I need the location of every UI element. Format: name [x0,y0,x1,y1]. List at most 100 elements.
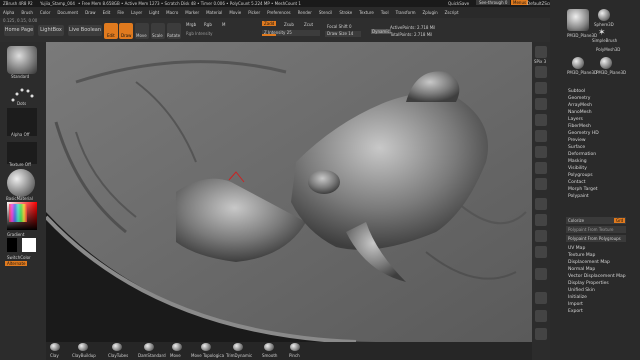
vector-displacement-map-item[interactable]: Vector Displacement Map [550,273,640,280]
switch-color-button[interactable]: SwitchColor [7,255,31,260]
secondary-color-swatch[interactable] [7,238,17,252]
menu-stroke[interactable]: Stroke [339,10,352,15]
clay-brush-icon[interactable] [50,343,60,351]
menus-button[interactable]: Menus [511,0,529,5]
texture-map-item[interactable]: Texture Map [550,252,640,259]
solo-button[interactable] [535,310,547,322]
arraymesh-item[interactable]: ArrayMesh [550,102,640,109]
claytubes-brush-icon[interactable] [112,343,122,351]
unified-skin-item[interactable]: Unified Skin [550,287,640,294]
color-hue-square[interactable] [9,204,27,222]
menu-zplugin[interactable]: Zplugin [423,10,438,15]
scale-button[interactable]: Scale [151,23,165,39]
uv-map-item[interactable]: UV Map [550,245,640,252]
z-intensity-slider[interactable]: Z Intensity 25 [262,30,320,36]
fibermesh-item[interactable]: FiberMesh [550,123,640,130]
draw-size-slider[interactable]: Draw Size 14 [325,31,361,37]
mrgb-button[interactable]: Mrgb [186,22,196,27]
scroll-button[interactable] [535,66,547,78]
focal-shift-slider[interactable]: Focal Shift 0 [327,24,352,29]
frame-button[interactable] [535,198,547,210]
menu-material[interactable]: Material [206,10,222,15]
zsub-button[interactable]: Zsub [284,22,294,27]
polyf-button[interactable] [535,268,547,280]
edit-button[interactable]: Edit [104,23,118,39]
pm3d-plane-tool-3[interactable] [600,57,612,69]
menu-color[interactable]: Color [40,10,50,15]
menu-layer[interactable]: Layer [131,10,142,15]
move-topological-brush-icon[interactable] [201,343,211,351]
alternate-button[interactable]: Alternate [5,261,28,266]
pinch-brush-icon[interactable] [290,343,300,351]
aahalf-button[interactable] [535,114,547,126]
import-item[interactable]: Import [550,301,640,308]
trimdynamic-brush-icon[interactable] [233,343,243,351]
home-page-button[interactable]: Home Page [4,25,34,36]
primary-color-swatch[interactable] [22,238,36,252]
menu-draw[interactable]: Draw [85,10,95,15]
initialize-item[interactable]: Initialize [550,294,640,301]
display-properties-item[interactable]: Display Properties [550,280,640,287]
transp-button[interactable] [535,292,547,304]
nanomesh-item[interactable]: NanoMesh [550,109,640,116]
polygroups-item[interactable]: Polygroups [550,172,640,179]
menu-document[interactable]: Document [57,10,78,15]
current-tool-thumbnail[interactable] [567,9,589,31]
texture-off-button[interactable] [7,142,37,164]
standard-brush-button[interactable] [7,46,37,74]
m-button[interactable]: M [222,22,225,27]
menu-edit[interactable]: Edit [103,10,111,15]
menu-zscript[interactable]: Zscript [445,10,459,15]
persp-button[interactable] [535,130,547,142]
grd-button[interactable]: Grd [614,218,626,223]
rgb-button[interactable]: Rgb [204,22,212,27]
move-brush-icon[interactable] [172,343,182,351]
export-item[interactable]: Export [550,308,640,315]
subtool-item[interactable]: Subtool [550,88,640,95]
rotate-view-button[interactable] [535,246,547,258]
deformation-item[interactable]: Deformation [550,151,640,158]
move-view-button[interactable] [535,214,547,226]
menu-preferences[interactable]: Preferences [267,10,291,15]
rgb-intensity-slider[interactable]: Rgb Intensity [186,31,213,36]
contact-item[interactable]: Contact [550,179,640,186]
menu-light[interactable]: Light [149,10,159,15]
menu-movie[interactable]: Movie [229,10,241,15]
menu-macro[interactable]: Macro [166,10,178,15]
polypaint-item[interactable]: Polypaint [550,193,640,200]
layers-item[interactable]: Layers [550,116,640,123]
menu-brush[interactable]: Brush [21,10,33,15]
displacement-map-item[interactable]: Displacement Map [550,259,640,266]
zadd-button[interactable]: Zadd [262,21,277,26]
surface-item[interactable]: Surface [550,144,640,151]
menu-file[interactable]: File [117,10,124,15]
damstandard-brush-icon[interactable] [144,343,154,351]
material-sphere-button[interactable] [7,169,35,197]
masking-item[interactable]: Masking [550,158,640,165]
menu-transform[interactable]: Transform [396,10,416,15]
local-button[interactable] [535,162,547,174]
menu-texture[interactable]: Texture [359,10,374,15]
menu-picker[interactable]: Picker [248,10,260,15]
menu-render[interactable]: Render [298,10,312,15]
geometry-hd-item[interactable]: Geometry HD [550,130,640,137]
see-through-slider[interactable]: See-through 0 [476,0,511,5]
polypaint-from-polygroups-button[interactable]: Polypaint From Polygroups [566,235,626,242]
geometry-item[interactable]: Geometry [550,95,640,102]
morph-target-item[interactable]: Morph Target [550,186,640,193]
floor-button[interactable] [535,146,547,158]
menu-marker[interactable]: Marker [185,10,199,15]
rotate-button[interactable]: Rotate [167,23,181,39]
claybuildup-brush-icon[interactable] [78,343,88,351]
move-button[interactable]: Move [135,23,149,39]
preview-item[interactable]: Preview [550,137,640,144]
pm3d-plane-tool-2[interactable] [572,57,584,69]
document-canvas[interactable] [46,42,532,342]
simplebrush-icon[interactable]: ✶ [598,28,610,38]
draw-button[interactable]: Draw [119,23,133,39]
xyz-button[interactable] [535,178,547,190]
live-boolean-button[interactable]: Live Boolean [68,25,102,36]
quicksave-button[interactable]: QuickSave [448,1,469,6]
smooth-brush-icon[interactable] [264,343,274,351]
visibility-item[interactable]: Visibility [550,165,640,172]
